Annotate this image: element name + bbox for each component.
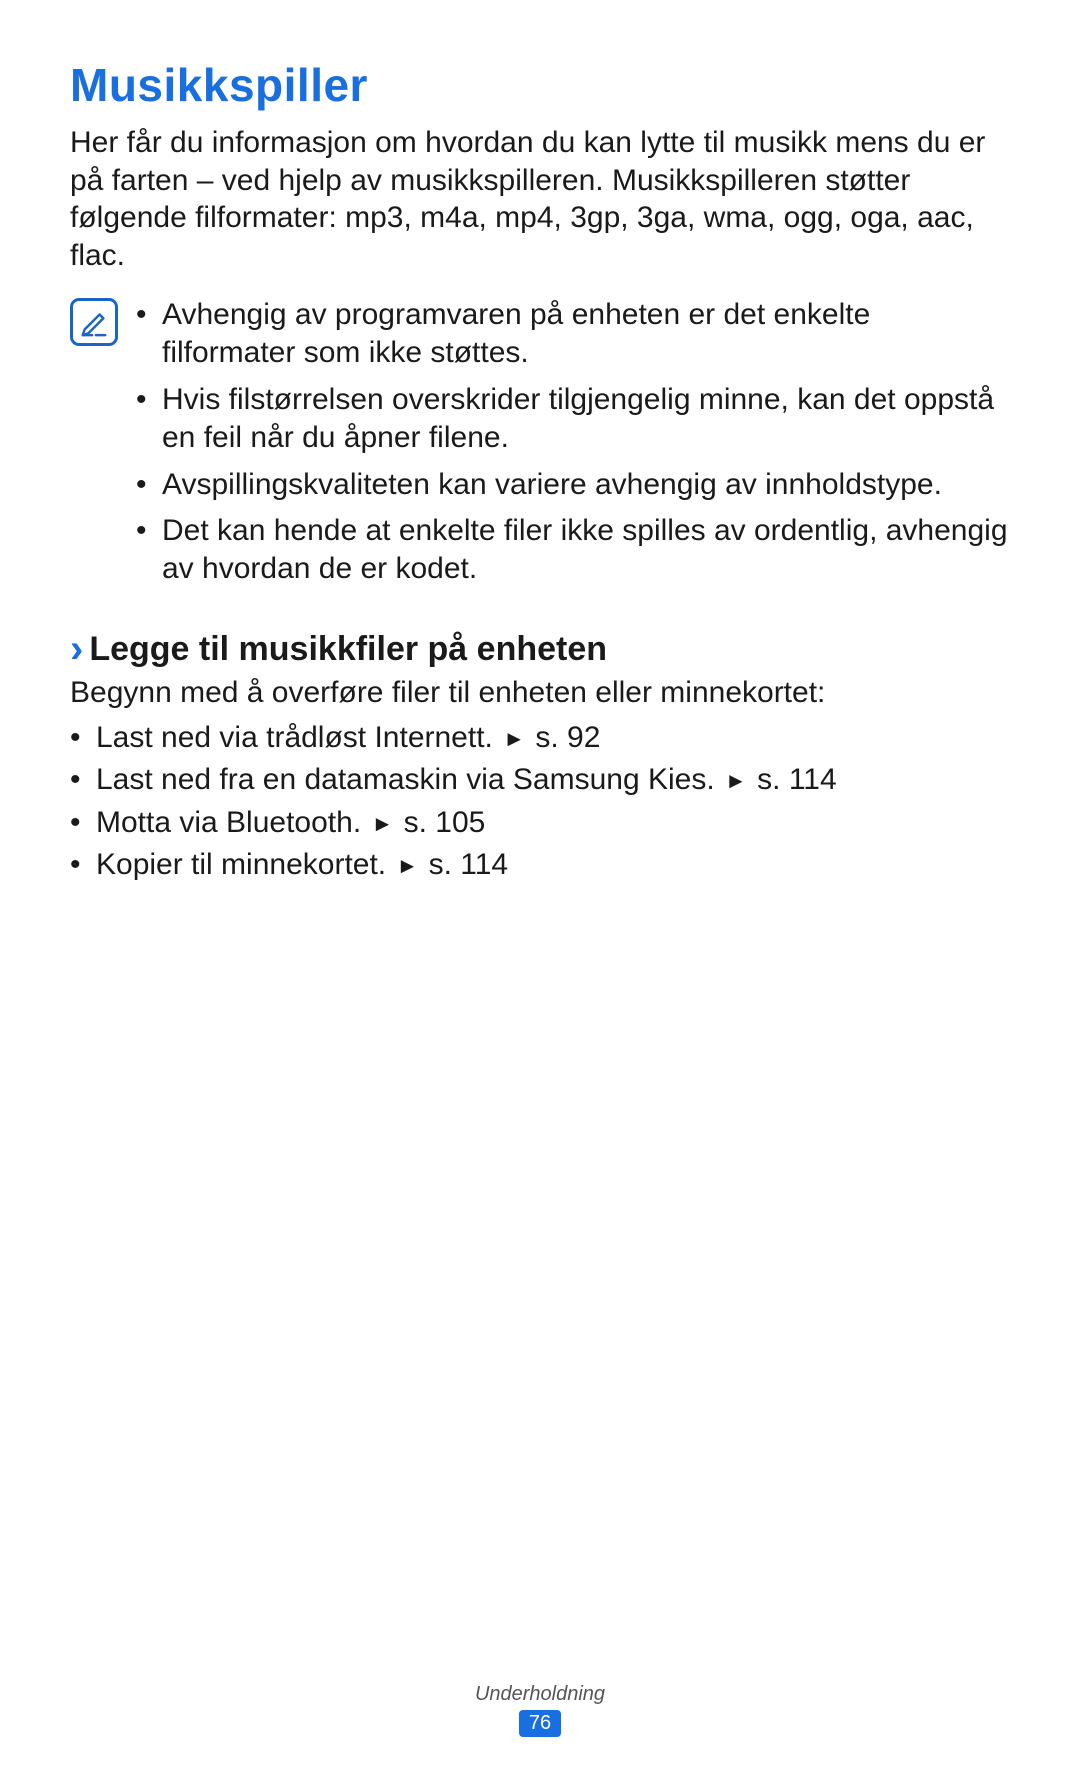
action-list: Last ned via trådløst Internett. ► s. 92… [70,718,1010,886]
chevron-right-icon: › [70,629,83,669]
subhead-row: › Legge til musikkfiler på enheten [70,627,1010,669]
play-arrow-icon: ► [372,809,394,839]
section-subhead: Legge til musikkfiler på enheten [89,630,607,669]
note-icon [70,298,118,346]
action-text: Last ned fra en datamaskin via Samsung K… [96,763,715,796]
page-footer: Underholdning 76 [0,1683,1080,1737]
play-arrow-icon: ► [503,724,525,754]
action-item: Last ned fra en datamaskin via Samsung K… [70,760,1010,801]
action-item: Motta via Bluetooth. ► s. 105 [70,803,1010,844]
sub-intro: Begynn med å overføre filer til enheten … [70,673,1010,712]
note-list: Avhengig av programvaren på enheten er d… [136,296,1010,597]
play-arrow-icon: ► [396,851,418,881]
manual-page: Musikkspiller Her får du informasjon om … [0,0,1080,1771]
action-text: Kopier til minnekortet. [96,848,386,881]
intro-paragraph: Her får du informasjon om hvordan du kan… [70,124,1010,274]
note-item: Avhengig av programvaren på enheten er d… [136,296,1010,373]
note-item: Det kan hende at enkelte filer ikke spil… [136,512,1010,589]
note-icon-wrap [70,298,118,346]
action-item: Kopier til minnekortet. ► s. 114 [70,845,1010,886]
action-text: Last ned via trådløst Internett. [96,721,493,754]
page-number: 76 [519,1710,561,1737]
page-title: Musikkspiller [70,58,1010,112]
action-ref: s. 92 [535,721,600,754]
action-ref: s. 114 [429,848,509,881]
action-text: Motta via Bluetooth. [96,806,361,839]
action-ref: s. 114 [757,763,837,796]
note-item: Hvis filstørrelsen overskrider tilgjenge… [136,381,1010,458]
action-ref: s. 105 [404,806,486,839]
footer-section-label: Underholdning [0,1683,1080,1706]
play-arrow-icon: ► [725,766,747,796]
note-item: Avspillingskvaliteten kan variere avheng… [136,466,1010,504]
note-block: Avhengig av programvaren på enheten er d… [70,296,1010,597]
action-item: Last ned via trådløst Internett. ► s. 92 [70,718,1010,759]
